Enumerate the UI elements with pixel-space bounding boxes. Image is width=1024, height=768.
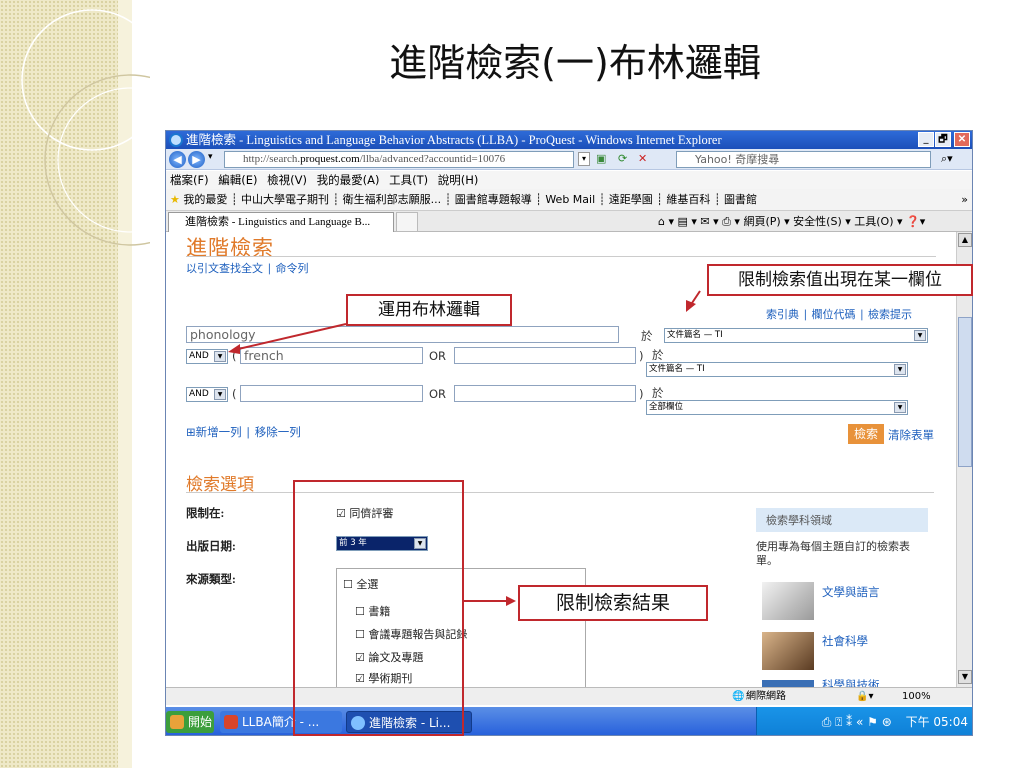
search-input-2a[interactable]: french — [240, 347, 423, 364]
refresh-icon[interactable]: ⟳ — [618, 152, 627, 165]
start-button[interactable]: 開始 — [166, 711, 214, 733]
scroll-thumb[interactable] — [958, 317, 972, 467]
help-links[interactable]: 索引典 ∣ 欄位代碼 ∣ 檢索提示 — [766, 306, 912, 322]
address-bar[interactable]: http://search.proquest.com/llba/advanced… — [224, 151, 574, 168]
compat-icon[interactable]: ▣ — [596, 152, 606, 165]
or-label-2: OR — [429, 349, 447, 363]
globe-icon: 🌐 — [732, 691, 745, 702]
close-button[interactable]: ✕ — [954, 132, 970, 147]
search-box[interactable]: Yahoo! 奇摩搜尋 — [676, 151, 931, 168]
paren-close-3: ) — [639, 387, 644, 401]
search-input-2b[interactable] — [454, 347, 636, 364]
command-bar[interactable]: ⌂ ▾ ▤ ▾ ✉ ▾ ⎙ ▾ 網頁(P) ▾ 安全性(S) ▾ 工具(O) ▾… — [658, 211, 925, 232]
in-label-2: 於 — [652, 348, 664, 362]
tray-icons[interactable]: ⎙ ⍰ ⁑ « ⚑ ⊛ — [822, 715, 892, 729]
in-label-3: 於 — [652, 386, 664, 400]
zone-label: 網際網路 — [746, 691, 786, 702]
protected-mode-icon[interactable]: 🔒▾ — [856, 688, 873, 706]
tab-row: 進階檢索 - Linguistics and Language B... ⌂ ▾… — [166, 211, 972, 232]
paren-open-2: ( — [232, 349, 237, 363]
search-input-3b[interactable] — [454, 385, 636, 402]
page-title: 進階檢索 — [186, 236, 274, 260]
literature-thumbnail[interactable] — [762, 582, 814, 620]
favorites-bar: ★ 我的最愛 ┊ 中山大學電子期刊 ┊ 衛生福利部志願服... ┊ 圖書館專題報… — [166, 189, 972, 211]
in-label-1: 於 — [641, 329, 653, 343]
subject-social-science-link[interactable]: 社會科學 — [822, 633, 868, 649]
subject-literature-link[interactable]: 文學與語言 — [822, 584, 880, 600]
limit-label: 限制在: — [186, 508, 225, 520]
annotation-highlight-box — [293, 480, 464, 736]
annotation-boolean: 運用布林邏輯 — [346, 294, 512, 326]
address-dropdown-icon[interactable]: ▾ — [578, 152, 590, 166]
source-type-label: 來源類型: — [186, 574, 236, 586]
windows-logo-icon — [170, 715, 184, 729]
taskbar: 開始 LLBA簡介 - ... 進階檢索 - Li... ⎙ ⍰ ⁑ « ⚑ ⊛… — [166, 707, 972, 735]
social-science-thumbnail[interactable] — [762, 632, 814, 670]
paren-open-3: ( — [232, 387, 237, 401]
more-icon[interactable]: » — [961, 189, 968, 211]
address-row: ◀ ▶ ▾ http://search.proquest.com/llba/ad… — [166, 149, 972, 170]
add-remove-row-links[interactable]: ⊞新增一列 ∣ 移除一列 — [186, 424, 301, 440]
minimize-button[interactable]: _ — [918, 132, 934, 147]
zoom-label[interactable]: 100% — [902, 688, 931, 706]
restore-button[interactable]: 🗗 — [935, 132, 951, 147]
status-bar: 🌐 網際網路 🔒▾ 100% — [166, 687, 972, 706]
stop-icon[interactable]: ✕ — [638, 152, 647, 165]
favorites-links[interactable]: 我的最愛 ┊ 中山大學電子期刊 ┊ 衛生福利部志願服... ┊ 圖書館專題報導 … — [183, 193, 757, 206]
or-label-3: OR — [429, 387, 447, 401]
window-title: 進階檢索 - Linguistics and Language Behavior… — [186, 133, 722, 147]
search-input-1[interactable]: phonology — [186, 326, 619, 343]
history-dropdown-icon[interactable]: ▾ — [208, 152, 213, 162]
top-links[interactable]: 以引文查找全文 ∣ 命令列 — [186, 260, 309, 276]
title-divider — [186, 256, 936, 257]
field-select-1[interactable]: 文件篇名 — TI ▼ — [664, 328, 928, 343]
browser-window: 進階檢索 - Linguistics and Language Behavior… — [165, 130, 973, 736]
scroll-down-icon[interactable]: ▼ — [958, 670, 972, 684]
new-tab-button[interactable] — [396, 212, 418, 232]
clear-form-link[interactable]: 清除表單 — [888, 427, 934, 443]
clock: 下午 05:04 — [905, 715, 968, 729]
field-select-3[interactable]: 全部欄位 ▼ — [646, 400, 908, 415]
date-label: 出版日期: — [186, 541, 236, 553]
star-icon: ★ — [170, 193, 180, 206]
search-input-3a[interactable] — [240, 385, 423, 402]
powerpoint-icon — [224, 715, 238, 729]
bool-op-select-2[interactable]: AND ▼ — [186, 349, 228, 364]
back-icon[interactable]: ◀ — [169, 151, 186, 168]
annotation-limit-results: 限制檢索結果 — [518, 585, 708, 621]
science-thumbnail[interactable] — [762, 680, 814, 687]
subject-area-heading: 檢索學科領域 — [756, 508, 928, 532]
ie-icon — [169, 133, 183, 147]
tab-advanced-search[interactable]: 進階檢索 - Linguistics and Language B... — [168, 212, 394, 232]
search-go-icon[interactable]: ⌕▾ — [941, 152, 953, 166]
search-button[interactable]: 檢索 — [848, 424, 884, 444]
forward-icon[interactable]: ▶ — [188, 151, 205, 168]
annotation-limit-field: 限制檢索值出現在某一欄位 — [707, 264, 973, 296]
scroll-up-icon[interactable]: ▲ — [958, 233, 972, 247]
system-tray: ⎙ ⍰ ⁑ « ⚑ ⊛ 下午 05:04 — [756, 707, 972, 735]
menu-bar[interactable]: 檔案(F) 編輯(E) 檢視(V) 我的最愛(A) 工具(T) 說明(H) — [166, 171, 972, 189]
subject-area-box: 檢索學科領域 使用專為每個主題自訂的檢索表單。 — [756, 508, 931, 568]
vertical-scrollbar[interactable]: ▲ ▼ — [956, 232, 972, 687]
field-select-2[interactable]: 文件篇名 — TI ▼ — [646, 362, 908, 377]
decorative-circles — [21, 9, 150, 246]
window-titlebar: 進階檢索 - Linguistics and Language Behavior… — [166, 131, 972, 149]
paren-close-2: ) — [639, 349, 644, 363]
slide-title: 進階檢索(一)布林邏輯 — [389, 41, 761, 85]
subject-science-link[interactable]: 科學與技術 — [822, 677, 880, 687]
bool-op-select-3[interactable]: AND ▼ — [186, 387, 228, 402]
subject-area-desc: 使用專為每個主題自訂的檢索表單。 — [756, 540, 910, 567]
